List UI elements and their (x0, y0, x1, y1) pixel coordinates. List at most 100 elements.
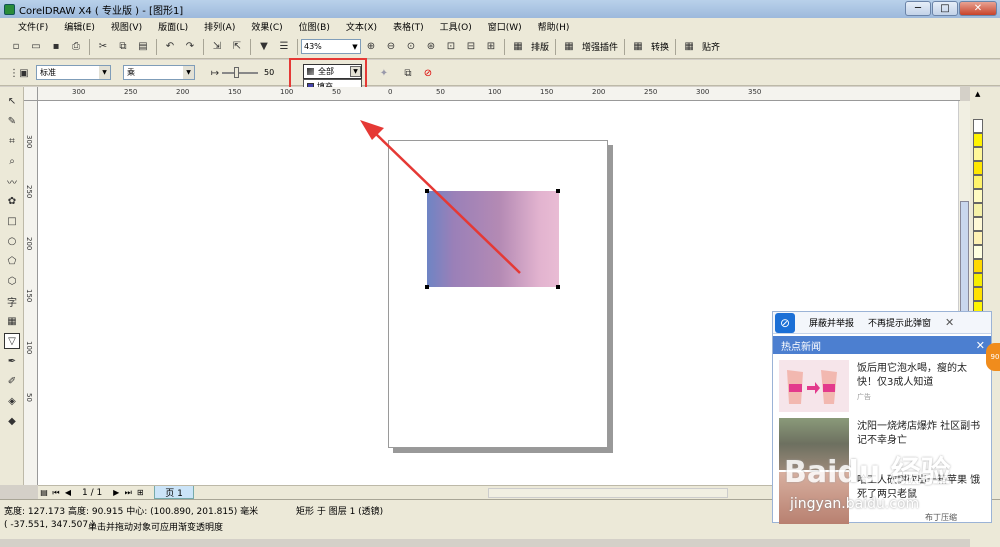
zoom-selected-icon[interactable]: ⊙ (403, 39, 419, 55)
news-headline[interactable]: 饭后用它泡水喝，瘦的太快！仅3成人知道 (857, 362, 985, 390)
text-tool-icon[interactable]: 字 (4, 293, 20, 309)
gradient-rectangle[interactable] (427, 191, 559, 287)
selection-handle[interactable] (556, 189, 560, 193)
import-icon[interactable]: ⇲ (209, 39, 225, 55)
snap-icon[interactable]: ▦ (681, 39, 697, 55)
freehand-tool-icon[interactable]: 〰 (4, 173, 20, 189)
block-icon[interactable]: ⊘ (775, 312, 795, 333)
news-headline[interactable]: 沈阳一烧烤店爆炸 社区副书记不幸身亡 (857, 420, 985, 448)
color-swatch[interactable] (973, 147, 983, 161)
color-swatch[interactable] (973, 287, 983, 301)
menu-text[interactable]: 文本(X) (338, 20, 385, 33)
pick-tool-icon[interactable]: ↖ (4, 93, 20, 109)
ruler-origin[interactable] (24, 87, 38, 101)
merge-mode-select[interactable]: 乘 ▼ (123, 65, 195, 80)
add-page-icon[interactable]: ⊞ (134, 488, 146, 497)
menu-window[interactable]: 窗口(W) (480, 20, 530, 33)
menu-view[interactable]: 视图(V) (103, 20, 150, 33)
zoom-in-icon[interactable]: ⊕ (363, 39, 379, 55)
page-tab[interactable]: 页 1 (154, 486, 194, 499)
snap-button[interactable]: 贴齐 (702, 40, 720, 53)
undo-icon[interactable]: ↶ (162, 39, 178, 55)
menu-tools[interactable]: 工具(O) (432, 20, 480, 33)
outline-tool-icon[interactable]: ✐ (4, 373, 20, 389)
vertical-ruler[interactable]: 300 250 200 150 100 50 (24, 101, 38, 485)
smart-fill-tool-icon[interactable]: ✿ (4, 193, 20, 209)
close-button[interactable]: ✕ (959, 1, 997, 16)
color-swatch[interactable] (973, 119, 983, 133)
interactive-fill-tool-icon[interactable]: ◆ (4, 413, 20, 429)
eyedropper-tool-icon[interactable]: ✒ (4, 353, 20, 369)
new-icon[interactable]: ▫ (8, 39, 24, 55)
fill-tool-icon[interactable]: ◈ (4, 393, 20, 409)
print-icon[interactable]: ⎙ (68, 39, 84, 55)
ellipse-tool-icon[interactable]: ○ (4, 233, 20, 249)
layout-icon[interactable]: ▦ (510, 39, 526, 55)
color-swatch[interactable] (973, 203, 983, 217)
zoom-all-icon[interactable]: ⊛ (423, 39, 439, 55)
menu-edit[interactable]: 编辑(E) (56, 20, 103, 33)
menu-arrange[interactable]: 排列(A) (196, 20, 243, 33)
menu-help[interactable]: 帮助(H) (530, 20, 578, 33)
news-item[interactable]: 饭后用它泡水喝，瘦的太快！仅3成人知道 广告 (779, 360, 987, 416)
slider-value[interactable]: 50 (264, 68, 274, 77)
color-swatch[interactable] (973, 245, 983, 259)
rectangle-tool-icon[interactable]: □ (4, 213, 20, 229)
freeze-icon[interactable]: ✦ (376, 65, 392, 81)
zoom-page-icon[interactable]: ⊡ (443, 39, 459, 55)
color-swatch[interactable] (973, 231, 983, 245)
zoom-width-icon[interactable]: ⊟ (463, 39, 479, 55)
first-page-icon[interactable]: ⏮ (50, 488, 62, 498)
slider-thumb[interactable] (234, 67, 239, 78)
color-swatch[interactable] (973, 259, 983, 273)
plugin-icon[interactable]: ▦ (561, 39, 577, 55)
cut-icon[interactable]: ✂ (95, 39, 111, 55)
redo-icon[interactable]: ↷ (182, 39, 198, 55)
plugin-button[interactable]: 增强插件 (582, 40, 618, 53)
transparency-tool-icon[interactable]: ▽ (4, 333, 20, 349)
color-swatch[interactable] (973, 175, 983, 189)
application-launcher-icon[interactable]: ▼ (256, 39, 272, 55)
close-icon[interactable]: ✕ (976, 339, 985, 352)
horizontal-ruler[interactable]: 300 250 200 150 100 50 0 50 100 150 200 … (38, 87, 960, 101)
welcome-icon[interactable]: ☰ (276, 39, 292, 55)
zoom-out-icon[interactable]: ⊖ (383, 39, 399, 55)
transparency-mode-select[interactable]: 标准 ▼ (36, 65, 111, 80)
convert-button[interactable]: 转换 (651, 40, 669, 53)
clear-transparency-icon[interactable]: ⊘ (420, 65, 436, 81)
menu-layout[interactable]: 版面(L) (150, 20, 196, 33)
palette-scroll-up-icon[interactable]: ▲ (975, 90, 980, 98)
menu-effects[interactable]: 效果(C) (243, 20, 290, 33)
transparency-slider[interactable] (222, 72, 258, 74)
polygon-tool-icon[interactable]: ⬠ (4, 253, 20, 269)
table-tool-icon[interactable]: ▦ (4, 313, 20, 329)
zoom-height-icon[interactable]: ⊞ (483, 39, 499, 55)
no-more-button[interactable]: 不再提示此弹窗 (868, 316, 931, 329)
color-swatch[interactable] (973, 273, 983, 287)
zoom-level-select[interactable]: 43% ▼ (301, 39, 361, 54)
open-icon[interactable]: ▭ (28, 39, 44, 55)
basic-shapes-tool-icon[interactable]: ⬡ (4, 273, 20, 289)
zoom-tool-icon[interactable]: ⌕ (4, 153, 20, 169)
color-swatch[interactable] (973, 189, 983, 203)
paste-icon[interactable]: ▤ (135, 39, 151, 55)
maximize-button[interactable]: □ (932, 1, 958, 16)
copy-transparency-icon[interactable]: ⧉ (400, 65, 416, 81)
menu-file[interactable]: 文件(F) (0, 20, 56, 33)
export-icon[interactable]: ⇱ (229, 39, 245, 55)
document-page[interactable] (388, 140, 608, 448)
color-swatch[interactable] (973, 133, 983, 147)
layout-button[interactable]: 排版 (531, 40, 549, 53)
color-swatch[interactable] (973, 161, 983, 175)
shape-tool-icon[interactable]: ✎ (4, 113, 20, 129)
crop-tool-icon[interactable]: ⌗ (4, 133, 20, 149)
last-page-icon[interactable]: ⏭ (122, 488, 134, 498)
next-page-icon[interactable]: ▶ (110, 488, 122, 497)
prev-page-icon[interactable]: ◀ (62, 488, 74, 497)
menu-table[interactable]: 表格(T) (385, 20, 432, 33)
minimize-button[interactable]: ─ (905, 1, 931, 16)
horizontal-scrollbar[interactable] (488, 487, 728, 498)
notification-badge[interactable]: 90 (986, 343, 1000, 371)
selection-handle[interactable] (425, 189, 429, 193)
report-button[interactable]: 屏蔽并举报 (809, 316, 854, 329)
